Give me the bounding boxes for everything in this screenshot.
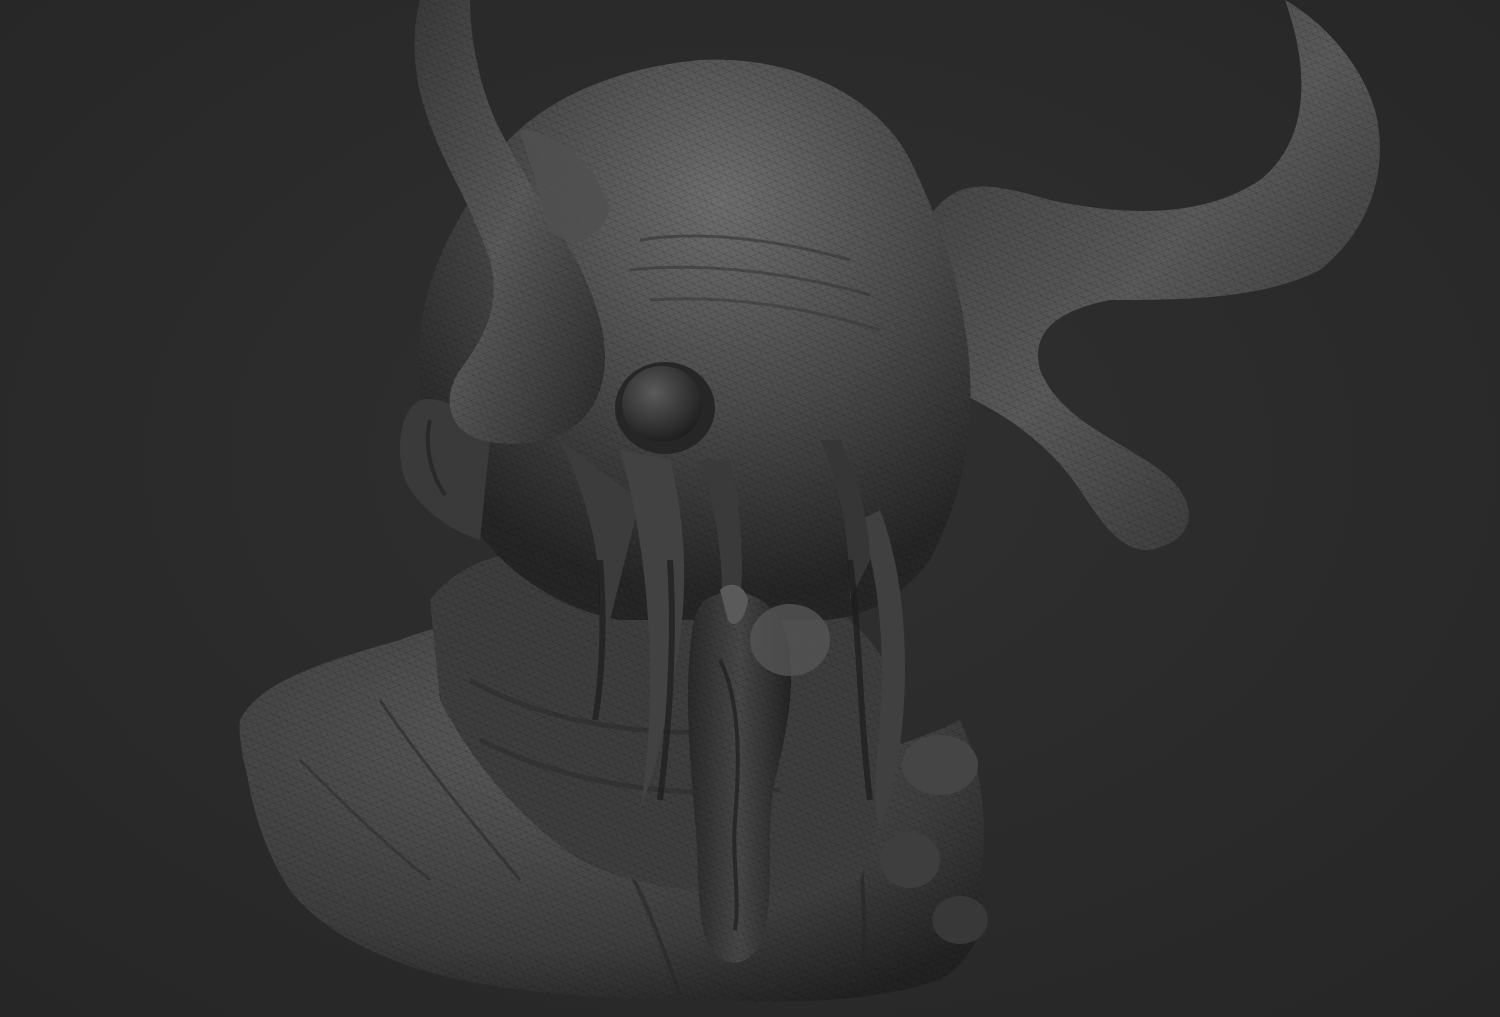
sculpt-canvas[interactable] (0, 0, 1500, 1017)
eye (615, 362, 715, 454)
3d-viewport[interactable] (0, 0, 1500, 1017)
